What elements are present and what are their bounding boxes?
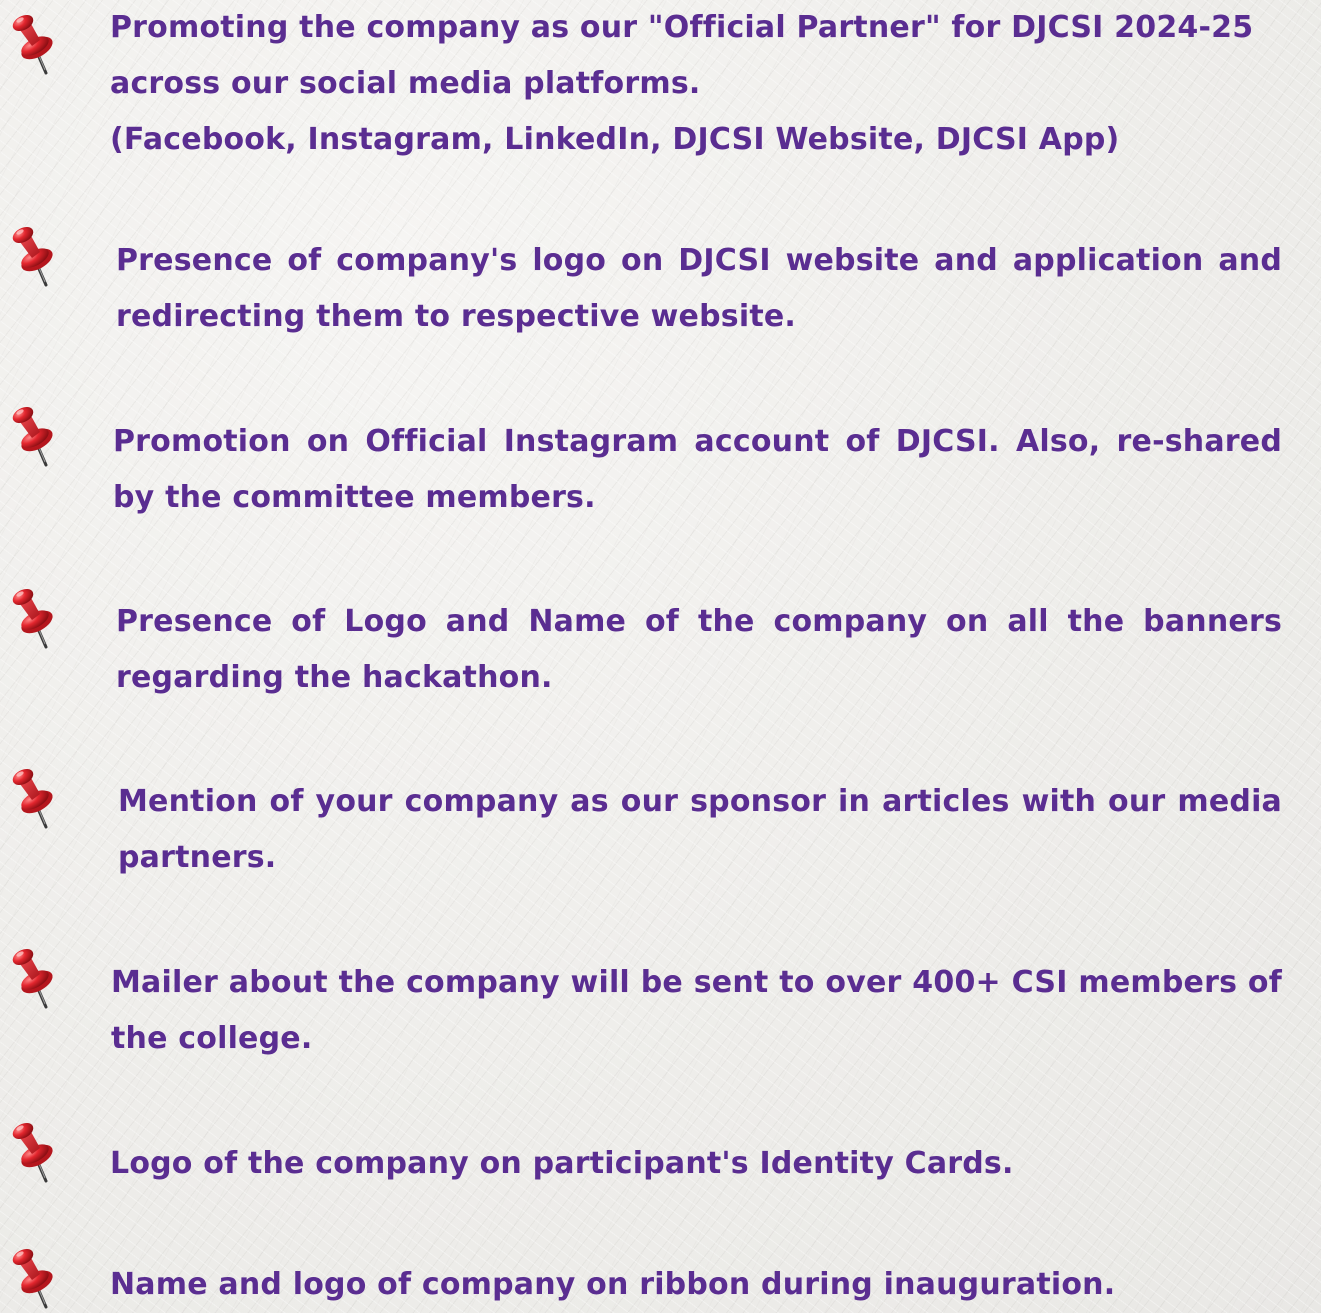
pushpin-icon: [6, 10, 62, 76]
benefit-text: Presence of company's logo on DJCSI webs…: [116, 243, 1282, 334]
benefit-text: Mailer about the company will be sent to…: [111, 965, 1282, 1056]
sponsor-benefits-page: { "benefits": [ { "icon": "pushpin-icon"…: [0, 0, 1321, 1313]
pushpin-icon: [6, 584, 62, 650]
benefit-text: Promotion on Official Instagram account …: [113, 424, 1282, 515]
benefit-text: Presence of Logo and Name of the company…: [116, 604, 1282, 695]
benefit-text: Logo of the company on participant's Ide…: [110, 1146, 1014, 1181]
pushpin-icon: [6, 944, 62, 1010]
benefit-text: Promoting the company as our "Official P…: [110, 10, 1254, 157]
pushpin-icon: [6, 764, 62, 830]
pushpin-icon: [6, 222, 62, 288]
pushpin-icon: [6, 1244, 62, 1310]
pushpin-icon: [6, 1118, 62, 1184]
benefit-text: Mention of your company as our sponsor i…: [118, 784, 1282, 875]
pushpin-icon: [6, 402, 62, 468]
benefit-text: Name and logo of company on ribbon durin…: [110, 1267, 1116, 1302]
